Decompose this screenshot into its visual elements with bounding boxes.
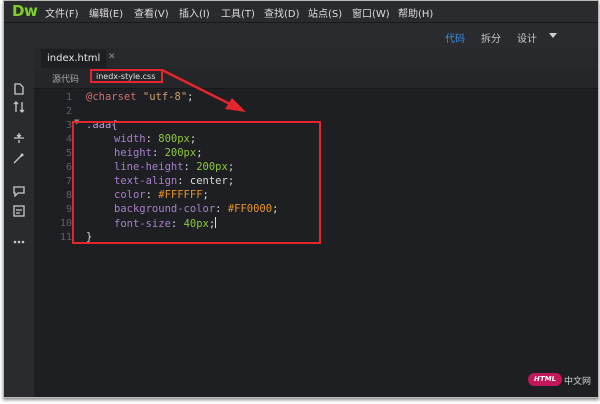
menu-view[interactable]: 查看(V) <box>134 5 169 20</box>
comment-icon[interactable] <box>13 185 25 198</box>
file-icon[interactable] <box>13 83 25 95</box>
menu-help[interactable]: 帮助(H) <box>398 5 433 20</box>
design-view-button[interactable]: 设计 <box>517 30 537 45</box>
snippet-icon[interactable] <box>13 205 25 217</box>
code-view-button[interactable]: 代码 <box>445 30 465 45</box>
menu-edit[interactable]: 编辑(E) <box>89 5 123 20</box>
menu-tools[interactable]: 工具(T) <box>221 5 255 20</box>
split-icon[interactable] <box>13 132 25 144</box>
watermark-text: 中文网 <box>564 377 592 387</box>
annotation-arrow <box>161 68 246 112</box>
document-area: index.html ✕ 源代码 inedx-style.css 1 2 3 4… <box>34 48 598 397</box>
brush-icon[interactable] <box>13 152 25 164</box>
chevron-down-icon[interactable] <box>549 33 557 38</box>
menu-site[interactable]: 站点(S) <box>308 5 342 20</box>
left-toolbar <box>4 48 34 397</box>
more-icon[interactable] <box>13 236 25 248</box>
view-toolbar: 代码 拆分 设计 <box>4 22 598 49</box>
dreamweaver-window: Dw 文件(F) 编辑(E) 查看(V) 插入(I) 工具(T) 查找(D) 站… <box>3 0 599 398</box>
watermark-badge: HTML <box>528 373 562 386</box>
menu-file[interactable]: 文件(F) <box>45 5 79 20</box>
menu-insert[interactable]: 插入(I) <box>179 5 210 20</box>
menu-bar: Dw 文件(F) 编辑(E) 查看(V) 插入(I) 工具(T) 查找(D) 站… <box>4 1 598 22</box>
menu-window[interactable]: 窗口(W) <box>352 5 390 20</box>
sort-arrows-icon[interactable] <box>13 101 25 113</box>
split-view-button[interactable]: 拆分 <box>481 30 501 45</box>
app-logo: Dw <box>12 2 38 20</box>
menu-find[interactable]: 查找(D) <box>264 5 300 20</box>
